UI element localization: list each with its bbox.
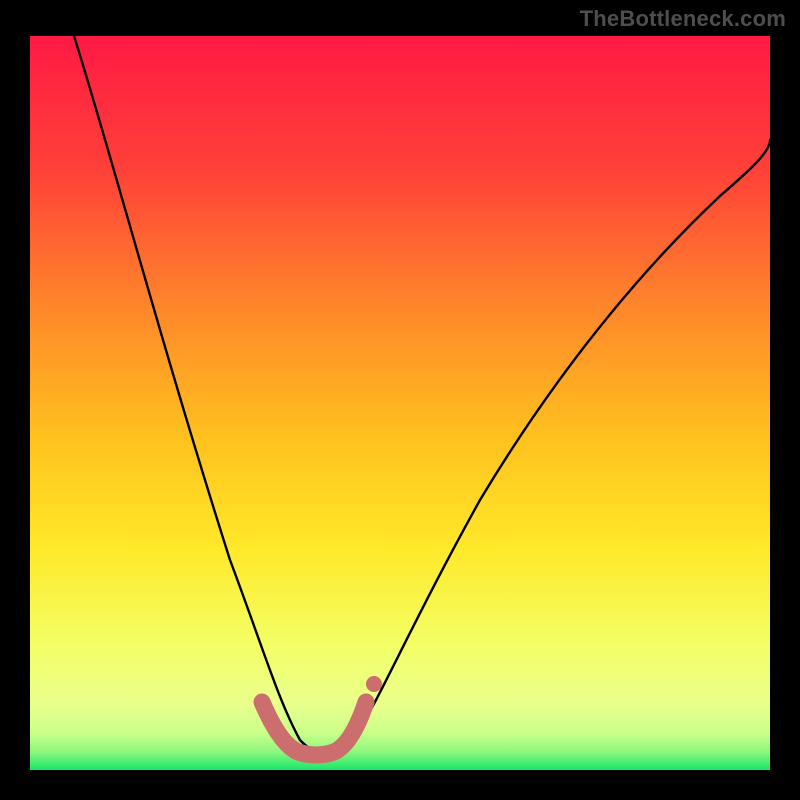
optimal-marker-dot bbox=[366, 676, 382, 692]
chart-stage: TheBottleneck.com bbox=[0, 0, 800, 800]
chart-gradient-bg bbox=[30, 36, 770, 770]
watermark-text: TheBottleneck.com bbox=[580, 6, 786, 32]
bottleneck-chart bbox=[0, 0, 800, 800]
